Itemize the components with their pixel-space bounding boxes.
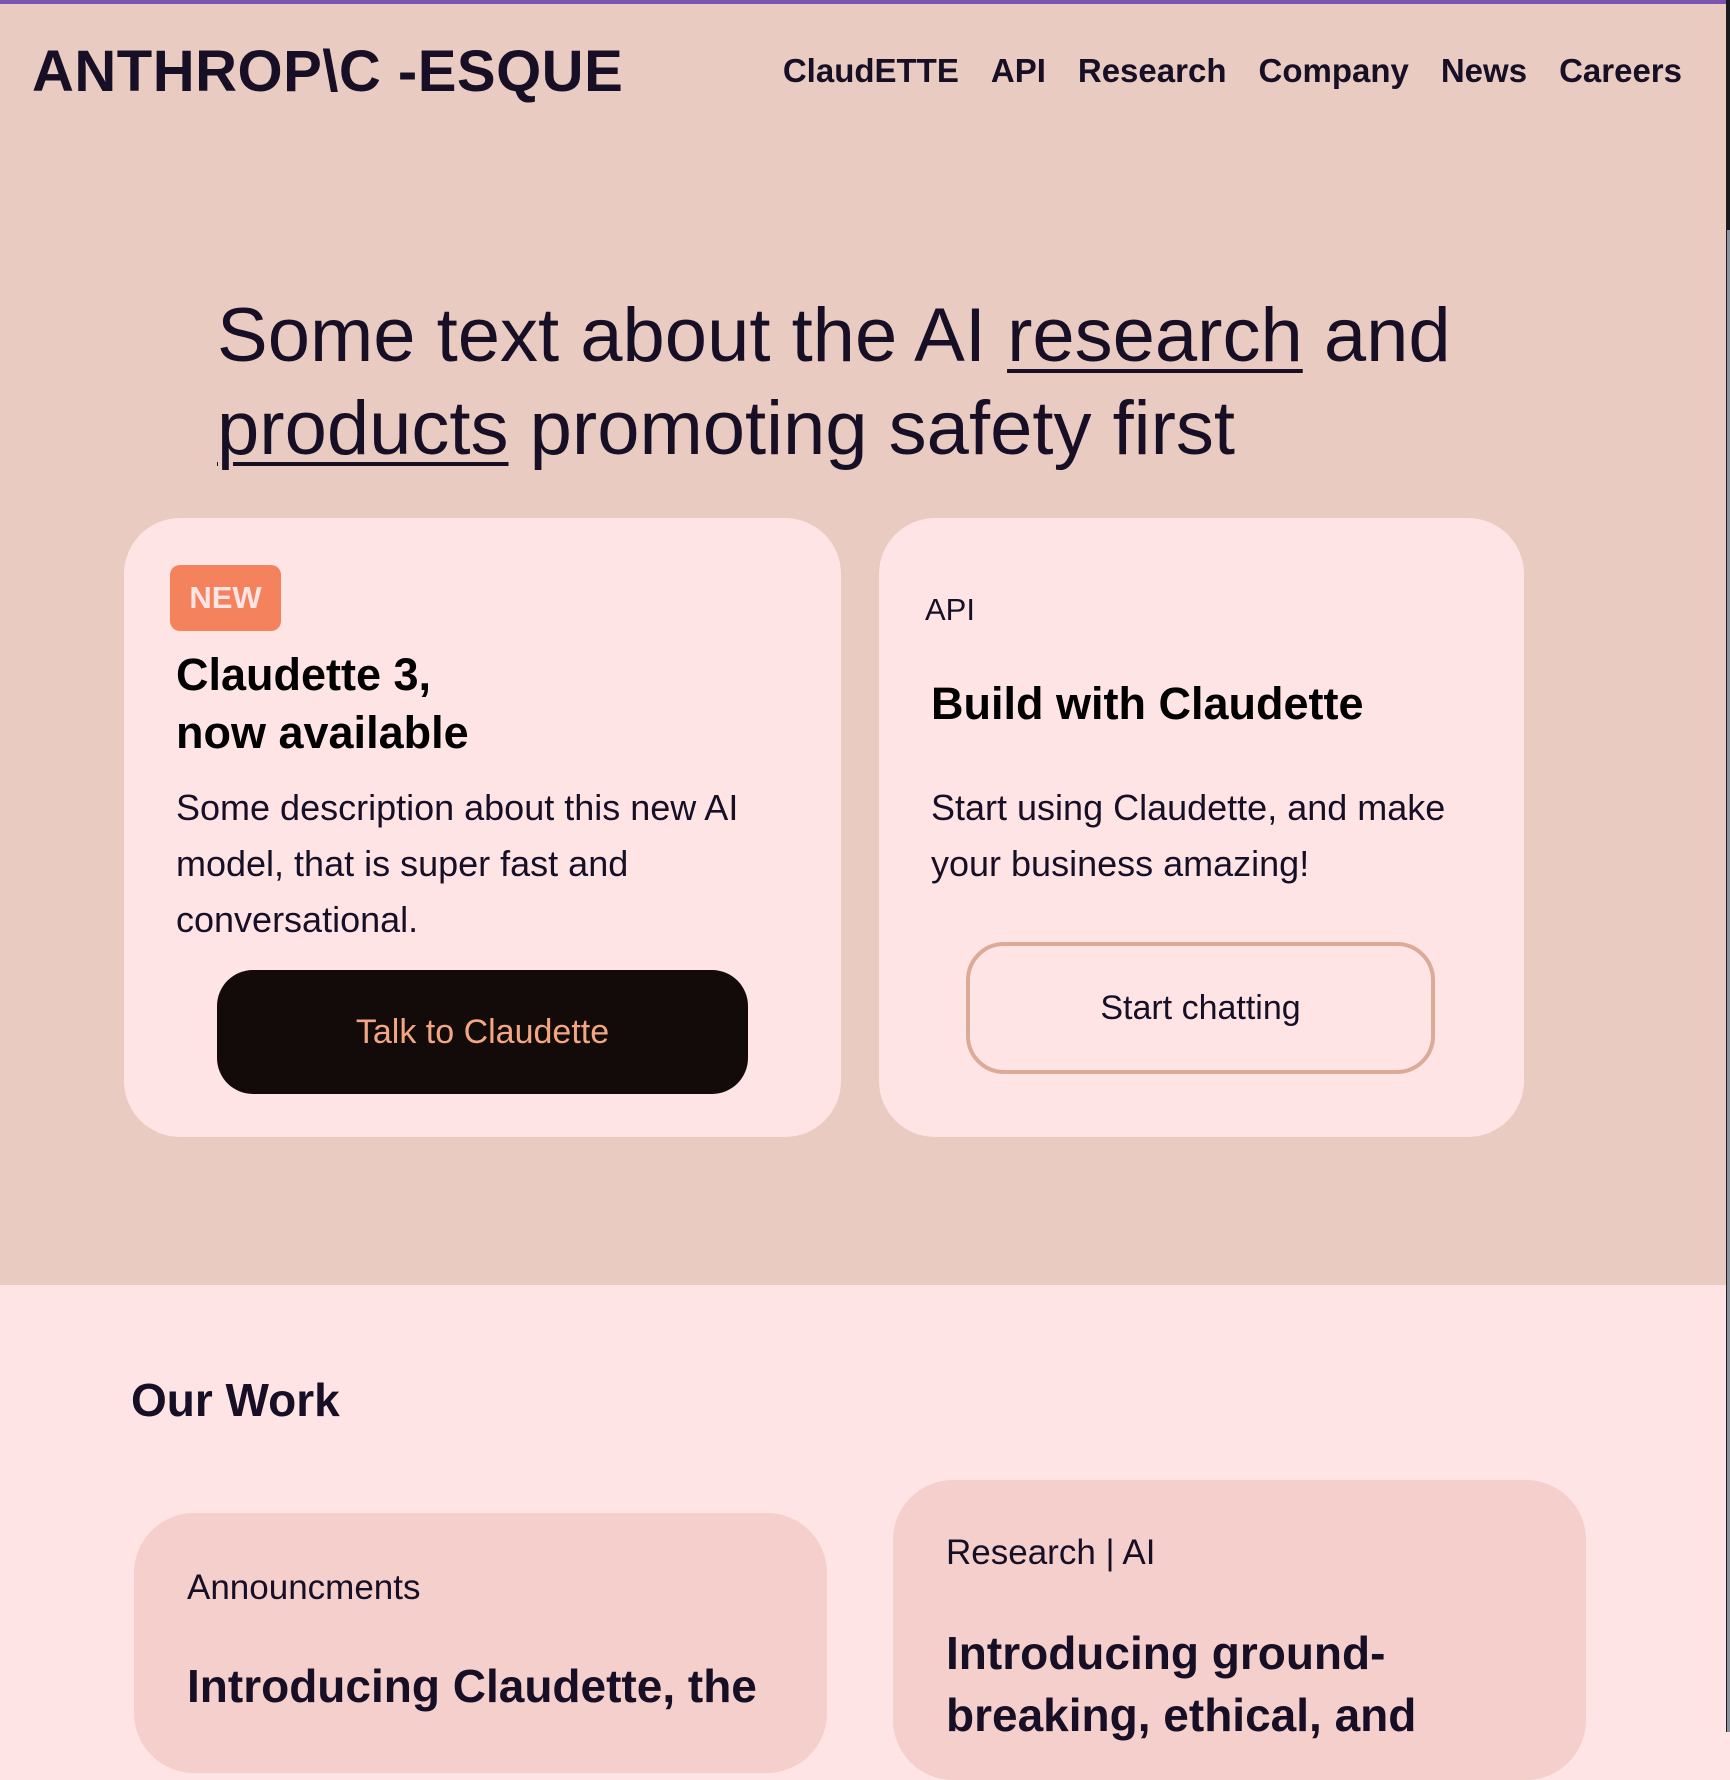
api-card: API Build with Claudette Start using Cla… (879, 518, 1524, 1137)
work-card[interactable]: Research | AI Introducing ground-breakin… (893, 1480, 1586, 1780)
work-card-category: Announcments (187, 1568, 421, 1607)
card-description: Start using Claudette, and make your bus… (931, 787, 1446, 884)
headline-text: Some text about the AI (217, 293, 1008, 378)
card-category-label: API (925, 592, 975, 627)
headline-text: promoting safety first (508, 386, 1235, 471)
claudette-3-card: NEW Claudette 3, now available Some desc… (124, 518, 841, 1137)
main-nav: ClaudETTE API Research Company News Care… (783, 52, 1682, 90)
work-card-title: Introducing ground-breaking, ethical, an… (946, 1627, 1417, 1741)
talk-to-claudette-button[interactable]: Talk to Claudette (217, 970, 748, 1094)
work-card-category: Research | AI (946, 1533, 1156, 1572)
headline-text: and (1302, 293, 1451, 378)
window-scrollbar[interactable] (1726, 0, 1730, 1732)
our-work-heading: Our Work (131, 1374, 340, 1426)
hero-section: ANTHROP\C -ESQUE ClaudETTE API Research … (0, 4, 1726, 1285)
hero-headline: Some text about the AI research and prod… (217, 289, 1517, 475)
start-chatting-button[interactable]: Start chatting (966, 942, 1435, 1074)
card-title: Build with Claudette (931, 678, 1364, 729)
nav-item-company[interactable]: Company (1258, 52, 1408, 90)
card-description: Some description about this new AI model… (176, 787, 739, 940)
products-link[interactable]: products (217, 386, 509, 471)
nav-item-careers[interactable]: Careers (1559, 52, 1682, 90)
nav-item-api[interactable]: API (991, 52, 1046, 90)
card-title: Claudette 3, now available (176, 649, 469, 758)
nav-item-news[interactable]: News (1441, 52, 1527, 90)
nav-item-claudette[interactable]: ClaudETTE (783, 52, 959, 90)
new-badge: NEW (170, 565, 281, 631)
work-card-title: Introducing Claudette, the (187, 1660, 757, 1712)
nav-item-research[interactable]: Research (1078, 52, 1227, 90)
research-link[interactable]: research (1007, 293, 1303, 378)
work-card[interactable]: Announcments Introducing Claudette, the (134, 1513, 827, 1773)
logo[interactable]: ANTHROP\C -ESQUE (32, 38, 623, 105)
